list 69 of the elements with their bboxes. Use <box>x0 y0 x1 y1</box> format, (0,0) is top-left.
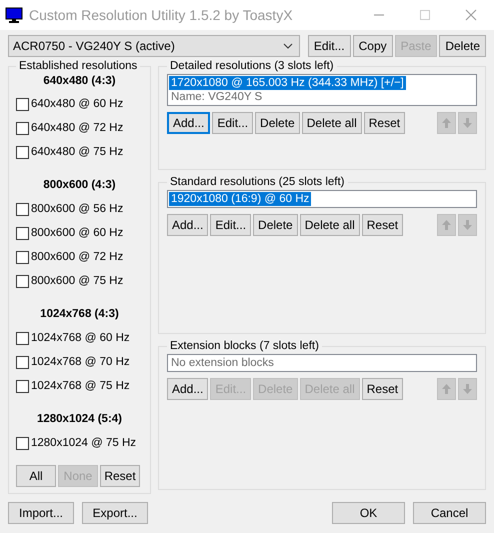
list-button[interactable]: Reset <box>364 112 406 134</box>
checkbox[interactable] <box>16 274 29 288</box>
list-button[interactable]: All <box>16 465 56 487</box>
list-button[interactable]: Delete <box>253 214 298 236</box>
resolution-heading: 1024x768 (4:3) <box>39 307 120 322</box>
resolution-heading: 640x480 (4:3) <box>42 74 117 89</box>
checkbox-label: 1280x1024 @ 75 Hz <box>31 437 136 449</box>
checkbox[interactable] <box>16 226 29 240</box>
checkbox-label: 800x600 @ 56 Hz <box>31 203 124 215</box>
list-button[interactable]: Reset <box>100 465 140 487</box>
resolution-heading: 800x600 (4:3) <box>42 178 117 193</box>
list-button[interactable]: Add... <box>167 112 210 134</box>
checkbox-label: 1024x768 @ 60 Hz <box>31 332 130 344</box>
list-button[interactable]: Delete all <box>302 112 362 134</box>
toolbar-button[interactable]: Edit... <box>308 35 351 57</box>
footer-button[interactable]: Import... <box>8 502 74 524</box>
checkbox[interactable] <box>16 202 29 216</box>
group-title: Extension blocks (7 slots left) <box>169 340 320 352</box>
arrow-up-icon <box>442 220 451 230</box>
checkbox-label: 1024x768 @ 70 Hz <box>31 356 130 368</box>
checkbox[interactable] <box>16 380 29 392</box>
checkbox-label: 640x480 @ 75 Hz <box>31 146 124 158</box>
list-button[interactable]: Reset <box>362 214 404 236</box>
monitor-icon <box>5 7 23 23</box>
list-button[interactable]: Reset <box>362 378 404 400</box>
arrow-up-icon <box>442 384 451 394</box>
checkbox[interactable] <box>16 436 29 450</box>
toolbar-button[interactable]: Copy <box>352 35 393 57</box>
arrow-down-icon <box>463 384 472 394</box>
list-button[interactable]: Add... <box>167 214 208 236</box>
checkbox[interactable] <box>16 356 29 368</box>
list-item[interactable]: 1720x1080 @ 165.003 Hz (344.33 MHz) [+/−] <box>169 76 406 90</box>
list-box[interactable]: No extension blocks <box>167 354 477 372</box>
footer-button[interactable]: OK <box>332 502 405 524</box>
checkbox-label: 640x480 @ 60 Hz <box>31 98 124 110</box>
list-button[interactable]: Edit... <box>210 214 252 236</box>
chevron-down-icon[interactable] <box>282 43 293 49</box>
resolution-heading: 1280x1024 (5:4) <box>36 412 124 427</box>
group-title: Standard resolutions (25 slots left) <box>169 176 346 188</box>
list-box[interactable]: 1720x1080 @ 165.003 Hz (344.33 MHz) [+/−] Name: VG240Y S <box>167 74 477 106</box>
checkbox-label: 800x600 @ 75 Hz <box>31 275 124 287</box>
footer-button[interactable]: Cancel <box>413 502 486 524</box>
monitor-dropdown[interactable]: ACR0750 - VG240Y S (active) <box>8 35 300 57</box>
checkbox-label: 800x600 @ 72 Hz <box>31 251 124 263</box>
arrow-up-icon <box>442 118 451 128</box>
footer-button[interactable]: Export... <box>82 502 148 524</box>
window-title: Custom Resolution Utility 1.5.2 by ToastyX <box>29 7 293 23</box>
list-button[interactable]: Edit... <box>212 112 254 134</box>
group-title: Detailed resolutions (3 slots left) <box>169 60 335 72</box>
checkbox-label: 800x600 @ 60 Hz <box>31 227 124 239</box>
checkbox[interactable] <box>16 122 29 134</box>
group-title: Established resolutions <box>18 60 138 72</box>
list-note: No extension blocks <box>170 356 275 370</box>
arrow-down-icon <box>463 220 472 230</box>
list-button[interactable]: Delete <box>255 112 300 134</box>
list-note: Name: VG240Y S <box>170 90 264 104</box>
close-icon[interactable] <box>465 9 477 21</box>
checkbox-label: 1024x768 @ 75 Hz <box>31 380 130 392</box>
list-item[interactable]: 1920x1080 (16:9) @ 60 Hz <box>169 192 312 206</box>
toolbar-button[interactable]: Delete <box>439 35 486 57</box>
list-button[interactable]: Add... <box>167 378 208 400</box>
checkbox[interactable] <box>16 98 29 110</box>
arrow-down-icon <box>463 118 472 128</box>
checkbox[interactable] <box>16 250 29 264</box>
list-button[interactable]: Delete all <box>300 214 360 236</box>
checkbox[interactable] <box>16 146 29 158</box>
list-box[interactable]: 1920x1080 (16:9) @ 60 Hz <box>167 190 477 208</box>
checkbox[interactable] <box>16 332 29 344</box>
checkbox-label: 640x480 @ 72 Hz <box>31 122 124 134</box>
